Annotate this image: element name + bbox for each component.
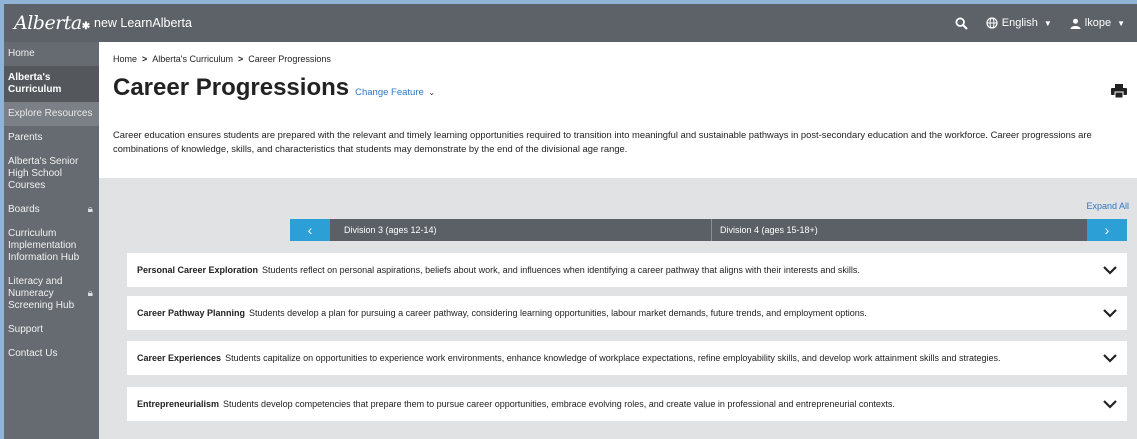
sidebar-item-literacy-numeracy-hub[interactable]: Literacy and Numeracy Screening Hub 🔒︎ — [4, 270, 99, 318]
change-feature-dropdown[interactable]: Change Feature ⌄ — [355, 87, 435, 98]
breadcrumb: Home > Alberta's Curriculum > Career Pro… — [113, 54, 331, 64]
sidebar-item-contact-us[interactable]: Contact Us — [4, 342, 99, 366]
accordion-title: Personal Career Exploration — [137, 265, 259, 275]
intro-text: Career education ensures students are pr… — [113, 129, 1092, 154]
user-icon — [1070, 18, 1081, 29]
next-division-button[interactable]: › — [1087, 219, 1127, 241]
chevron-right-icon: › — [1104, 222, 1110, 238]
division-4-header: Division 4 (ages 15-18+) — [711, 219, 1087, 241]
user-name: lkope — [1084, 17, 1112, 29]
chevron-down-icon — [1103, 399, 1117, 409]
accordion-entrepreneurialism[interactable]: Entrepreneurialism Students develop comp… — [127, 387, 1127, 421]
breadcrumb-albertas-curriculum[interactable]: Alberta's Curriculum — [152, 54, 233, 64]
sidebar: Home Alberta's Curriculum Explore Resour… — [4, 42, 99, 439]
chevron-down-icon: ▼ — [1043, 18, 1052, 28]
lock-icon: 🔒︎ — [87, 204, 93, 215]
sidebar-item-parents[interactable]: Parents — [4, 126, 99, 150]
page-title: Career Progressions — [113, 74, 350, 101]
chevron-down-icon — [1103, 353, 1117, 363]
division-bar: ‹ Division 3 (ages 12-14) Division 4 (ag… — [290, 219, 1127, 241]
chevron-down-icon — [1103, 265, 1117, 275]
sidebar-item-senior-high-courses[interactable]: Alberta's Senior High School Courses — [4, 150, 99, 198]
accordion-description: Students develop competencies that prepa… — [223, 399, 895, 409]
sidebar-item-explore-resources[interactable]: Explore Resources — [4, 102, 99, 126]
lock-icon: 🔒︎ — [87, 288, 93, 299]
change-feature-label: Change Feature — [355, 87, 424, 98]
sidebar-item-curriculum-implementation-hub[interactable]: Curriculum Implementation Information Hu… — [4, 222, 99, 270]
search-button[interactable] — [955, 16, 968, 30]
app-window: Alberta✱ new LearnAlberta English ▼ lkop… — [4, 4, 1137, 439]
alberta-logo-text: Alberta — [14, 12, 82, 34]
language-selector[interactable]: English ▼ — [986, 17, 1052, 29]
print-icon[interactable] — [1111, 84, 1127, 98]
sidebar-item-boards[interactable]: Boards 🔒︎ — [4, 198, 99, 222]
sidebar-item-support[interactable]: Support — [4, 318, 99, 342]
page-title-row: Career Progressions Change Feature ⌄ — [113, 74, 435, 102]
chevron-down-icon — [1103, 308, 1117, 318]
chevron-right-icon: > — [238, 54, 244, 64]
main-content: Home > Alberta's Curriculum > Career Pro… — [99, 42, 1137, 439]
breadcrumb-home[interactable]: Home — [113, 54, 137, 64]
globe-icon — [986, 17, 998, 29]
accordion-career-pathway-planning[interactable]: Career Pathway Planning Students develop… — [127, 296, 1127, 330]
expand-all-link[interactable]: Expand All — [1086, 201, 1129, 211]
progressions-panel: Expand All ‹ Division 3 (ages 12-14) Div… — [99, 178, 1137, 439]
previous-division-button[interactable]: ‹ — [290, 219, 330, 241]
site-name[interactable]: new LearnAlberta — [94, 16, 192, 30]
accordion-description: Students develop a plan for pursuing a c… — [249, 308, 867, 318]
search-icon — [955, 16, 968, 30]
accordion-title: Career Experiences — [137, 353, 222, 363]
chevron-left-icon: ‹ — [307, 222, 313, 238]
sidebar-item-albertas-curriculum[interactable]: Alberta's Curriculum — [4, 66, 99, 102]
accordion-title: Entrepreneurialism — [137, 399, 220, 409]
sidebar-item-home[interactable]: Home — [4, 42, 99, 66]
chevron-down-icon: ⌄ — [428, 88, 436, 97]
accordion-career-experiences[interactable]: Career Experiences Students capitalize o… — [127, 341, 1127, 375]
accordion-description: Students capitalize on opportunities to … — [225, 353, 1001, 363]
breadcrumb-current: Career Progressions — [248, 54, 331, 64]
accordion-description: Students reflect on personal aspirations… — [262, 265, 860, 275]
accordion-personal-career-exploration[interactable]: Personal Career Exploration Students ref… — [127, 253, 1127, 287]
user-menu[interactable]: lkope ▼ — [1070, 17, 1125, 29]
accordion-title: Career Pathway Planning — [137, 308, 246, 318]
top-bar: Alberta✱ new LearnAlberta English ▼ lkop… — [4, 4, 1137, 42]
division-3-header: Division 3 (ages 12-14) — [330, 219, 711, 241]
alberta-logo[interactable]: Alberta✱ — [4, 12, 90, 34]
language-label: English — [1001, 17, 1038, 29]
chevron-right-icon: > — [142, 54, 148, 64]
chevron-down-icon: ▼ — [1117, 18, 1125, 28]
